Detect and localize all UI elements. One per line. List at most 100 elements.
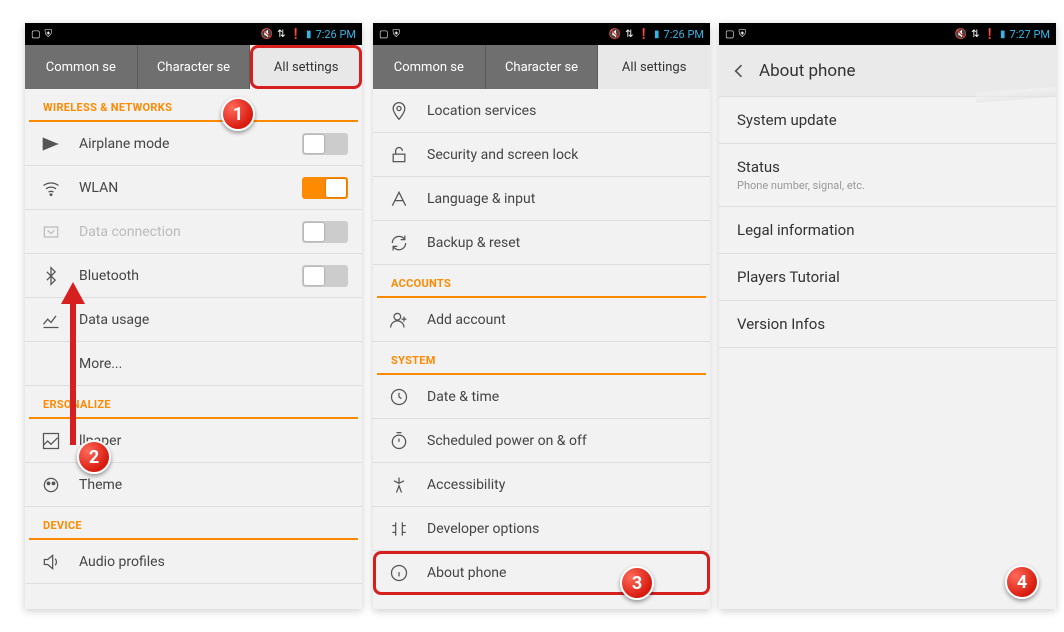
bluetooth-label: Bluetooth <box>79 268 302 284</box>
wifi-icon: ⇅ <box>625 29 633 40</box>
wlan-toggle[interactable] <box>302 177 348 199</box>
mute-icon: 🔇 <box>261 29 273 40</box>
about-label: About phone <box>427 565 696 581</box>
scheduled-label: Scheduled power on & off <box>427 433 696 449</box>
developer-label: Developer options <box>427 521 696 537</box>
row-accessibility[interactable]: Accessibility <box>373 463 710 507</box>
airplane-toggle[interactable] <box>302 133 348 155</box>
bluetooth-toggle[interactable] <box>302 265 348 287</box>
row-theme[interactable]: Theme <box>25 463 362 507</box>
clock-icon <box>387 385 411 409</box>
row-players-tutorial[interactable]: Players Tutorial <box>719 254 1056 301</box>
status-label: Status <box>737 158 1038 176</box>
data-usage-icon <box>39 308 63 332</box>
settings-tabs: Common se Character se All settings <box>373 45 710 89</box>
about-list[interactable]: System update Status Phone number, signa… <box>719 97 1056 609</box>
settings-list[interactable]: Location services Security and screen lo… <box>373 89 710 609</box>
warn-icon: ❗ <box>638 29 650 40</box>
data-usage-label: Data usage <box>79 312 348 328</box>
wifi-icon <box>39 176 63 200</box>
gallery-icon: ▢ <box>31 29 40 40</box>
row-developer-options[interactable]: Developer options <box>373 507 710 551</box>
mute-icon: 🔇 <box>955 29 967 40</box>
tab-all-settings[interactable]: All settings <box>250 45 362 89</box>
audio-label: Audio profiles <box>79 554 348 570</box>
gallery-icon: ▢ <box>379 29 388 40</box>
system-update-label: System update <box>737 111 1038 129</box>
statusbar: ▢⛨ 🔇⇅❗▮7:27 PM <box>719 23 1056 45</box>
statusbar: ▢⛨ 🔇⇅❗▮7:26 PM <box>373 23 710 45</box>
wlan-label: WLAN <box>79 180 302 196</box>
clock: 7:26 PM <box>664 28 704 41</box>
row-security[interactable]: Security and screen lock <box>373 133 710 177</box>
tab-common[interactable]: Common se <box>373 45 486 89</box>
shield-icon: ⛨ <box>44 29 52 40</box>
more-label: More... <box>79 356 348 372</box>
timer-icon <box>387 429 411 453</box>
location-label: Location services <box>427 103 696 119</box>
row-wlan[interactable]: WLAN <box>25 166 362 210</box>
back-icon[interactable] <box>729 61 749 81</box>
row-legal[interactable]: Legal information <box>719 207 1056 254</box>
data-conn-icon <box>39 220 63 244</box>
statusbar: ▢⛨ 🔇⇅❗▮7:26 PM <box>25 23 362 45</box>
row-language[interactable]: Language & input <box>373 177 710 221</box>
row-backup[interactable]: Backup & reset <box>373 221 710 265</box>
section-wireless: WIRELESS & NETWORKS <box>29 89 358 122</box>
row-add-account[interactable]: Add account <box>373 298 710 342</box>
datetime-label: Date & time <box>427 389 696 405</box>
wifi-icon: ⇅ <box>277 29 285 40</box>
row-system-update[interactable]: System update <box>719 97 1056 144</box>
wifi-icon: ⇅ <box>971 29 979 40</box>
spacer <box>39 352 63 376</box>
data-conn-toggle <box>302 221 348 243</box>
annotation-badge-4: 4 <box>1005 565 1039 599</box>
row-datetime[interactable]: Date & time <box>373 375 710 419</box>
backup-icon <box>387 231 411 255</box>
row-airplane-mode[interactable]: Airplane mode <box>25 122 362 166</box>
tab-all-settings[interactable]: All settings <box>598 45 710 89</box>
developer-icon <box>387 517 411 541</box>
clock: 7:27 PM <box>1010 28 1050 41</box>
tab-common[interactable]: Common se <box>25 45 138 89</box>
battery-icon: ▮ <box>654 29 660 40</box>
phone-screen-2: ▢⛨ 🔇⇅❗▮7:26 PM Common se Character se Al… <box>373 23 710 609</box>
row-about-phone[interactable]: About phone <box>373 551 710 595</box>
warn-icon: ❗ <box>984 29 996 40</box>
accessibility-label: Accessibility <box>427 477 696 493</box>
tab-character[interactable]: Character se <box>138 45 251 89</box>
section-personalize: ERSONALIZE <box>29 386 358 419</box>
about-header: About phone <box>719 45 1056 97</box>
warn-icon: ❗ <box>290 29 302 40</box>
status-sub: Phone number, signal, etc. <box>737 179 1038 192</box>
add-account-icon <box>387 308 411 332</box>
tab-character[interactable]: Character se <box>486 45 599 89</box>
security-label: Security and screen lock <box>427 147 696 163</box>
annotation-badge-1: 1 <box>221 97 255 131</box>
row-version-infos[interactable]: Version Infos <box>719 301 1056 348</box>
wallpaper-label: llpaper <box>79 433 348 449</box>
airplane-label: Airplane mode <box>79 136 302 152</box>
row-location[interactable]: Location services <box>373 89 710 133</box>
version-label: Version Infos <box>737 315 1038 333</box>
legal-label: Legal information <box>737 221 1038 239</box>
settings-tabs: Common se Character se All settings <box>25 45 362 89</box>
language-icon <box>387 187 411 211</box>
section-system: SYSTEM <box>377 342 706 375</box>
audio-icon <box>39 550 63 574</box>
row-data-connection: Data connection <box>25 210 362 254</box>
section-accounts: ACCOUNTS <box>377 265 706 298</box>
annotation-badge-3: 3 <box>620 566 654 600</box>
location-icon <box>387 99 411 123</box>
row-audio-profiles[interactable]: Audio profiles <box>25 540 362 584</box>
gallery-icon: ▢ <box>725 29 734 40</box>
backup-label: Backup & reset <box>427 235 696 251</box>
clock: 7:26 PM <box>316 28 356 41</box>
phone-screen-3: ▢⛨ 🔇⇅❗▮7:27 PM About phone System update… <box>719 23 1056 609</box>
row-status[interactable]: Status Phone number, signal, etc. <box>719 144 1056 207</box>
section-device: DEVICE <box>29 507 358 540</box>
wallpaper-icon <box>39 429 63 453</box>
mute-icon: 🔇 <box>609 29 621 40</box>
battery-icon: ▮ <box>1000 29 1006 40</box>
row-scheduled-power[interactable]: Scheduled power on & off <box>373 419 710 463</box>
